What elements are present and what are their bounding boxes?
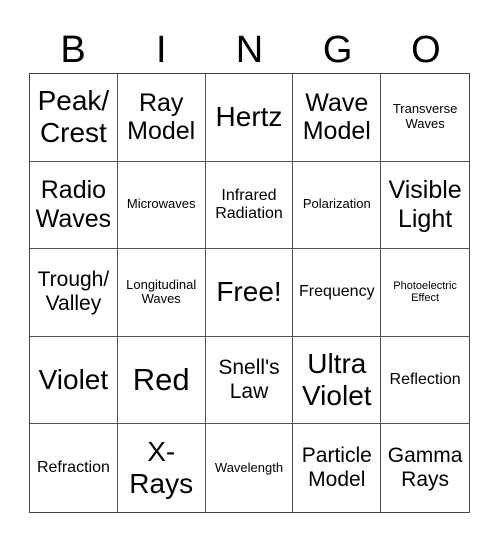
- cell-label: Wave Model: [302, 88, 371, 146]
- cell-label: Red: [132, 362, 190, 398]
- cell-label: Visible Light: [388, 176, 462, 233]
- cell-label: X- Rays: [129, 436, 194, 500]
- bingo-cell[interactable]: Reflection: [381, 337, 469, 425]
- bingo-cell[interactable]: Snell's Law: [205, 336, 294, 425]
- bingo-cell[interactable]: X- Rays: [118, 424, 206, 512]
- bingo-cell[interactable]: Particle Model: [293, 424, 382, 512]
- cell-label: Polarization: [302, 196, 371, 212]
- bingo-cell[interactable]: Wavelength: [206, 424, 294, 512]
- bingo-cell[interactable]: Transverse Waves: [381, 74, 469, 162]
- cell-label: Radio Waves: [35, 176, 112, 233]
- header-letter-b: B: [60, 29, 86, 71]
- cell-label: Gamma Rays: [387, 444, 463, 492]
- cell-label: Reflection: [389, 370, 461, 388]
- cell-label: Trough/ Valley: [37, 268, 110, 316]
- cell-label: Infrared Radiation: [215, 186, 283, 222]
- bingo-cell[interactable]: Refraction: [30, 424, 118, 512]
- cell-label: Free!: [216, 276, 282, 308]
- header-letter-n: N: [235, 29, 264, 71]
- header-letter-g: G: [322, 29, 353, 71]
- cell-label: Particle Model: [301, 444, 372, 492]
- cell-label: Transverse Waves: [392, 101, 458, 132]
- cell-label: Ray Model: [127, 88, 196, 146]
- bingo-cell[interactable]: Trough/ Valley: [30, 249, 118, 337]
- cell-label: Longitudinal Waves: [126, 276, 197, 307]
- bingo-cell[interactable]: Microwaves: [117, 161, 206, 250]
- bingo-cell[interactable]: Wave Model: [293, 74, 382, 162]
- bingo-cell[interactable]: Infrared Radiation: [205, 161, 294, 250]
- bingo-cell[interactable]: Hertz: [205, 74, 294, 162]
- cell-label: Microwaves: [126, 196, 196, 212]
- header-letter-i: I: [156, 29, 167, 71]
- cell-label: Peak/ Crest: [37, 85, 110, 149]
- free-space-cell[interactable]: Free!: [205, 249, 294, 337]
- bingo-cell[interactable]: Polarization: [293, 161, 382, 250]
- bingo-cell[interactable]: Red: [117, 336, 206, 425]
- cell-label: Photoelectric Effect: [393, 279, 457, 305]
- cell-label: Snell's Law: [218, 355, 280, 404]
- bingo-header: B I N G O: [29, 28, 470, 72]
- cell-label: Ultra Violet: [302, 347, 372, 412]
- bingo-cell[interactable]: Longitudinal Waves: [117, 249, 206, 337]
- bingo-cell[interactable]: Radio Waves: [30, 161, 118, 250]
- bingo-cell[interactable]: Photoelectric Effect: [381, 249, 469, 337]
- cell-label: Wavelength: [214, 459, 284, 475]
- cell-label: Violet: [38, 364, 109, 395]
- bingo-cell[interactable]: Frequency: [293, 249, 382, 337]
- bingo-cell[interactable]: Violet: [30, 336, 118, 425]
- bingo-cell[interactable]: Ultra Violet: [293, 336, 382, 425]
- bingo-cell[interactable]: Peak/ Crest: [30, 74, 118, 162]
- header-letter-o: O: [411, 29, 441, 71]
- cell-label: Refraction: [36, 458, 110, 476]
- bingo-cell[interactable]: Visible Light: [381, 162, 469, 250]
- bingo-cell[interactable]: Ray Model: [117, 74, 206, 162]
- bingo-cell[interactable]: Gamma Rays: [381, 424, 469, 512]
- bingo-grid: Peak/ Crest Ray Model Hertz Wave Model T…: [29, 73, 470, 513]
- cell-label: Frequency: [298, 283, 375, 301]
- cell-label: Hertz: [215, 101, 283, 133]
